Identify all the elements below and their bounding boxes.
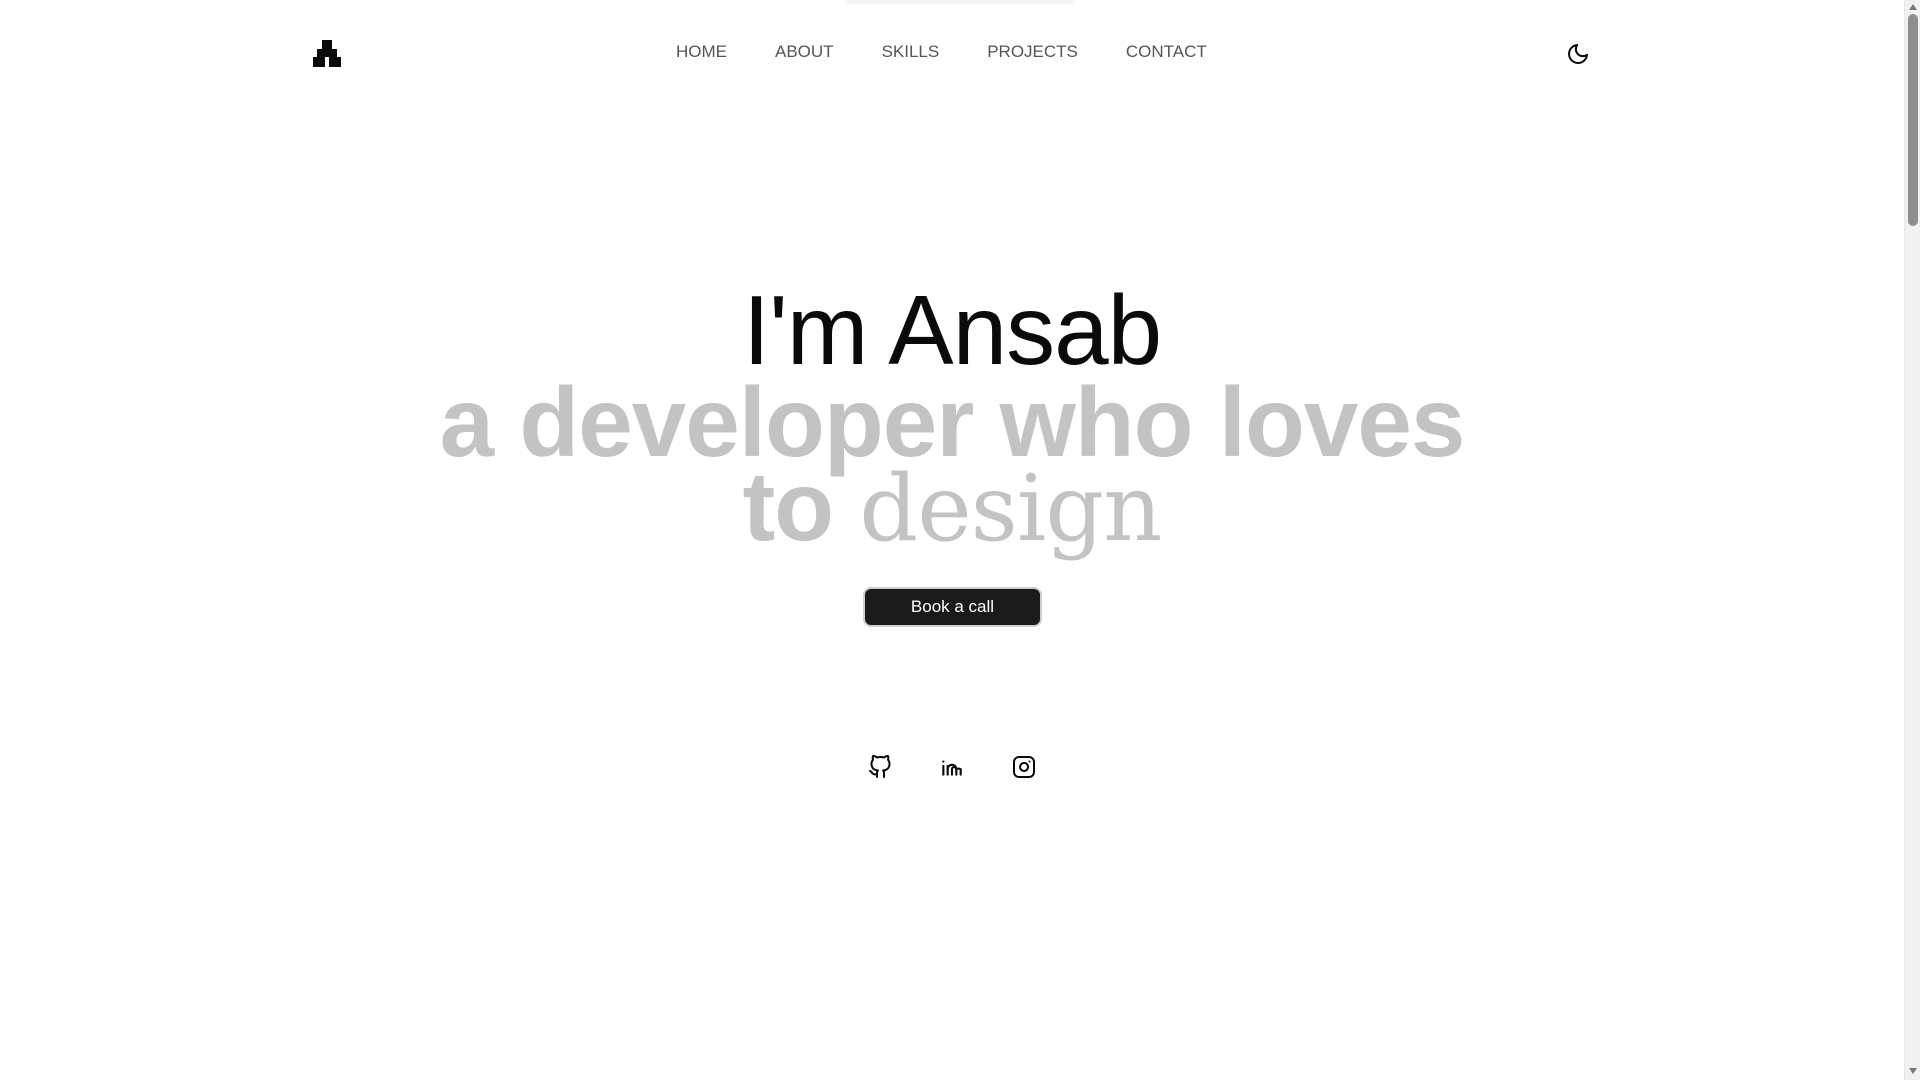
- scroll-down-arrow-icon[interactable]: [1909, 1068, 1917, 1074]
- stacked-blocks-logo-icon[interactable]: [312, 38, 342, 68]
- instagram-icon[interactable]: [1011, 754, 1037, 780]
- nav-home[interactable]: HOME: [676, 42, 727, 62]
- hero-subtitle-line1: a developer who loves: [439, 367, 1466, 477]
- scroll-up-arrow-icon[interactable]: [1909, 4, 1917, 10]
- hero-title: I'm Ansab: [742, 275, 1162, 385]
- nav-about[interactable]: ABOUT: [775, 42, 834, 62]
- hero-section: I'm Ansab a developer who loves to desig…: [0, 275, 1904, 555]
- hero-subtitle-to: to: [742, 451, 834, 561]
- social-links: [0, 754, 1904, 780]
- moon-icon[interactable]: [1566, 42, 1590, 66]
- page: HOME ABOUT SKILLS PROJECTS CONTACT I'm A…: [0, 0, 1904, 1080]
- linkedin-icon[interactable]: [939, 754, 965, 780]
- nav-projects[interactable]: PROJECTS: [987, 42, 1078, 62]
- scroll-thumb[interactable]: [1908, 14, 1918, 226]
- hero-subtitle-design: design: [859, 455, 1162, 562]
- book-a-call-button[interactable]: Book a call: [863, 587, 1042, 627]
- vertical-scrollbar[interactable]: [1904, 0, 1920, 1080]
- top-pill-indicator: [846, 0, 1074, 2]
- main-nav: HOME ABOUT SKILLS PROJECTS CONTACT: [676, 42, 1207, 62]
- nav-skills[interactable]: SKILLS: [882, 42, 940, 62]
- nav-contact[interactable]: CONTACT: [1126, 42, 1207, 62]
- github-icon[interactable]: [867, 754, 893, 780]
- hero-subtitle-line2: to design: [0, 457, 1904, 555]
